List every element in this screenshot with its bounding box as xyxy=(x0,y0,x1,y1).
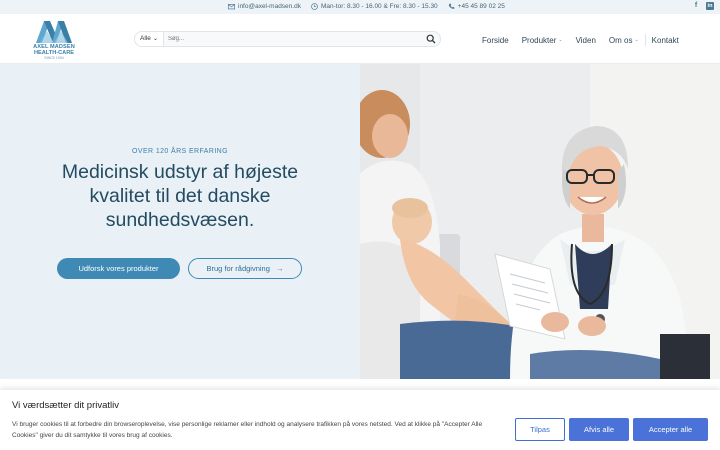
hero-image xyxy=(360,64,720,379)
phone-icon xyxy=(448,3,454,9)
email-link[interactable]: info@axel-madsen.dk xyxy=(228,3,301,10)
phone-link[interactable]: +45 45 89 02 25 xyxy=(448,3,505,10)
contact-info: info@axel-madsen.dk Man-tor: 8.30 - 16.0… xyxy=(228,3,505,10)
nav-divider xyxy=(515,34,516,46)
site-header: AXEL MADSEN HEALTH-CARE SINCE 1904 Alle … xyxy=(0,14,720,64)
nav-divider xyxy=(602,34,603,46)
chevron-down-icon: ⌄ xyxy=(558,37,563,43)
search-category-value: Alle xyxy=(140,35,151,42)
search-category-select[interactable]: Alle ⌄ xyxy=(135,32,164,46)
cookie-customize-button[interactable]: Tilpas xyxy=(515,418,565,441)
arrow-right-icon: → xyxy=(275,263,284,273)
phone-text: +45 45 89 02 25 xyxy=(457,3,505,10)
email-text: info@axel-madsen.dk xyxy=(238,3,301,10)
nav-item-label: Viden xyxy=(575,35,596,45)
cookie-accept-button[interactable]: Accepter alle xyxy=(633,418,708,441)
nav-divider xyxy=(569,34,570,46)
nav-item-kontakt[interactable]: Kontakt xyxy=(652,36,679,45)
cookie-text: Vi bruger cookies til at forbedre din br… xyxy=(12,421,483,439)
chevron-down-icon: ⌄ xyxy=(152,36,158,42)
main-nav: Forside Produkter ⌄ Viden Om os ⌄ Kontakt xyxy=(482,34,679,46)
hero-section: OVER 120 ÅRS ERFARING Medicinsk udstyr a… xyxy=(0,64,720,379)
nav-item-produkter[interactable]: Produkter ⌄ xyxy=(522,36,563,45)
clock-icon xyxy=(311,3,318,10)
logo[interactable]: AXEL MADSEN HEALTH-CARE SINCE 1904 xyxy=(30,17,78,61)
logo-text-since: SINCE 1904 xyxy=(44,56,64,60)
get-advice-label: Brug for rådgivning xyxy=(206,263,270,273)
explore-products-button[interactable]: Udforsk vores produkter xyxy=(57,258,180,279)
nav-item-label: Kontakt xyxy=(651,35,679,45)
logo-mark xyxy=(36,21,72,43)
cookie-title: Vi værdsætter dit privatliv xyxy=(12,400,119,411)
cookie-reject-button[interactable]: Afvis alle xyxy=(569,418,629,441)
nav-item-om-os[interactable]: Om os ⌄ xyxy=(609,36,639,45)
facebook-icon[interactable]: f xyxy=(692,2,700,10)
top-bar: info@axel-madsen.dk Man-tor: 8.30 - 16.0… xyxy=(0,0,720,14)
linkedin-icon[interactable]: in xyxy=(706,2,714,10)
mail-icon xyxy=(228,4,235,10)
search-bar: Alle ⌄ xyxy=(134,31,441,47)
social-links: f in xyxy=(692,2,714,10)
cookie-banner: Vi værdsætter dit privatliv Vi bruger co… xyxy=(0,390,720,450)
hours-text: Man-tor: 8.30 - 16.00 & Fre: 8.30 - 15.3… xyxy=(320,3,438,10)
get-advice-button[interactable]: Brug for rådgivning → xyxy=(188,258,302,279)
opening-hours: Man-tor: 8.30 - 16.00 & Fre: 8.30 - 15.3… xyxy=(311,3,438,10)
search-icon[interactable] xyxy=(426,34,436,44)
nav-item-forside[interactable]: Forside xyxy=(482,36,509,45)
nav-item-label: Om os xyxy=(608,35,633,45)
search-input[interactable] xyxy=(168,33,423,45)
chevron-down-icon: ⌄ xyxy=(634,37,639,43)
nav-item-label: Produkter xyxy=(521,35,557,45)
hero-headline: Medicinsk udstyr af højeste kvalitet til… xyxy=(61,161,299,231)
hero-eyebrow: OVER 120 ÅRS ERFARING xyxy=(132,148,228,155)
hero-content: OVER 120 ÅRS ERFARING Medicinsk udstyr a… xyxy=(0,64,360,379)
nav-item-label: Forside xyxy=(482,35,509,45)
nav-item-viden[interactable]: Viden xyxy=(576,36,596,45)
doctor-patient-illustration xyxy=(360,64,720,379)
nav-divider xyxy=(644,34,646,46)
